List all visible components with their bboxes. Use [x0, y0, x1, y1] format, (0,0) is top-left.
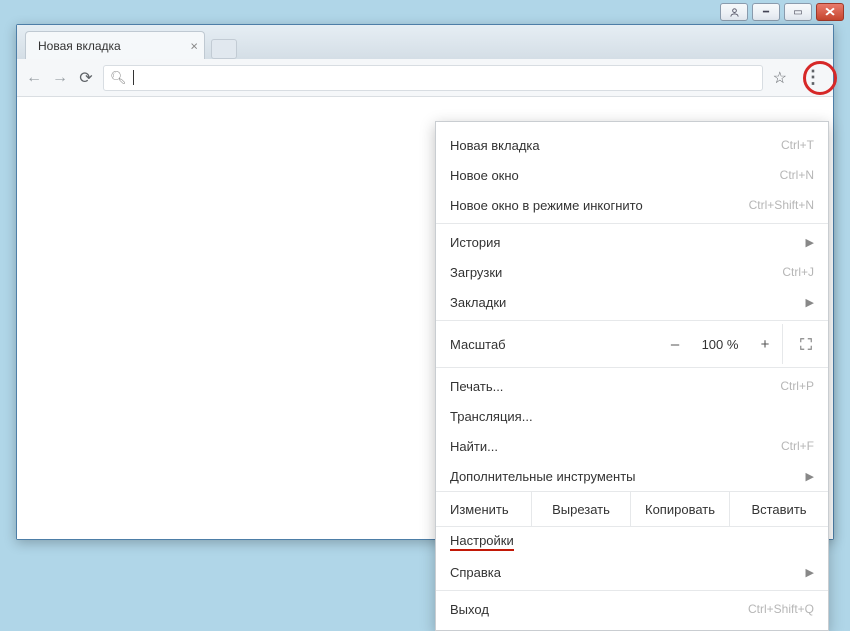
new-tab-button[interactable]: [211, 39, 237, 59]
chrome-menu: Новая вкладка Ctrl+T Новое окно Ctrl+N Н…: [435, 121, 829, 631]
browser-tab[interactable]: Новая вкладка ×: [25, 31, 205, 59]
menu-label: Новое окно в режиме инкогнито: [450, 198, 643, 213]
menu-item-bookmarks[interactable]: Закладки ▶: [436, 287, 828, 317]
menu-label: Выход: [450, 602, 489, 617]
menu-item-exit[interactable]: Выход Ctrl+Shift+Q: [436, 594, 828, 624]
menu-shortcut: Ctrl+T: [781, 138, 814, 152]
menu-separator: [436, 223, 828, 224]
menu-label: Новая вкладка: [450, 138, 540, 153]
menu-shortcut: Ctrl+P: [780, 379, 814, 393]
minimize-button[interactable]: ━: [752, 3, 780, 21]
forward-icon[interactable]: →: [51, 69, 69, 87]
menu-shortcut: Ctrl+F: [781, 439, 814, 453]
menu-label: Закладки: [450, 295, 506, 310]
maximize-button[interactable]: ▭: [784, 3, 812, 21]
menu-item-history[interactable]: История ▶: [436, 227, 828, 257]
search-icon: 🔍︎: [110, 70, 127, 86]
menu-separator: [436, 590, 828, 591]
menu-shortcut: Ctrl+Shift+Q: [748, 602, 814, 616]
menu-item-find[interactable]: Найти... Ctrl+F: [436, 431, 828, 461]
browser-window: Новая вкладка × ← → ⟳ 🔍︎ ☆ ⋮ Новая вклад…: [16, 24, 834, 540]
edit-copy-button[interactable]: Копировать: [631, 492, 730, 526]
chevron-right-icon: ▶: [806, 566, 814, 579]
text-caret: [133, 70, 134, 85]
menu-item-downloads[interactable]: Загрузки Ctrl+J: [436, 257, 828, 287]
menu-separator: [436, 320, 828, 321]
chevron-right-icon: ▶: [806, 236, 814, 249]
address-bar[interactable]: 🔍︎: [103, 65, 763, 91]
zoom-value: 100 %: [692, 337, 748, 352]
edit-paste-button[interactable]: Вставить: [730, 492, 828, 526]
menu-item-help[interactable]: Справка ▶: [436, 557, 828, 587]
menu-separator: [436, 367, 828, 368]
user-button[interactable]: [720, 3, 748, 21]
menu-label: История: [450, 235, 500, 250]
menu-item-more-tools[interactable]: Дополнительные инструменты ▶: [436, 461, 828, 491]
menu-item-settings[interactable]: Настройки: [436, 527, 828, 557]
menu-label: Дополнительные инструменты: [450, 469, 636, 484]
menu-label: Печать...: [450, 379, 503, 394]
window-titlebar: ━ ▭ ✕: [720, 0, 850, 24]
menu-item-cast[interactable]: Трансляция...: [436, 401, 828, 431]
menu-item-print[interactable]: Печать... Ctrl+P: [436, 371, 828, 401]
menu-item-zoom: Масштаб – 100 % +: [436, 324, 828, 364]
menu-label: Загрузки: [450, 265, 502, 280]
edit-label: Изменить: [436, 492, 532, 526]
menu-label: Новое окно: [450, 168, 519, 183]
zoom-out-button[interactable]: –: [658, 336, 692, 353]
menu-shortcut: Ctrl+J: [782, 265, 814, 279]
zoom-in-button[interactable]: +: [748, 336, 782, 353]
edit-cut-button[interactable]: Вырезать: [532, 492, 631, 526]
tab-strip: Новая вкладка ×: [17, 25, 833, 59]
tab-title: Новая вкладка: [38, 39, 121, 53]
chevron-right-icon: ▶: [806, 296, 814, 309]
menu-item-edit-row: Изменить Вырезать Копировать Вставить: [436, 491, 828, 527]
chevron-right-icon: ▶: [806, 470, 814, 483]
menu-shortcut: Ctrl+N: [780, 168, 814, 182]
toolbar: ← → ⟳ 🔍︎ ☆ ⋮: [17, 59, 833, 97]
menu-label: Справка: [450, 565, 501, 580]
menu-item-new-window[interactable]: Новое окно Ctrl+N: [436, 160, 828, 190]
zoom-label: Масштаб: [450, 337, 506, 352]
menu-label: Настройки: [450, 533, 514, 551]
menu-label: Трансляция...: [450, 409, 533, 424]
close-tab-icon[interactable]: ×: [190, 38, 198, 53]
reload-icon[interactable]: ⟳: [77, 69, 95, 87]
menu-item-incognito[interactable]: Новое окно в режиме инкогнито Ctrl+Shift…: [436, 190, 828, 220]
close-window-button[interactable]: ✕: [816, 3, 844, 21]
menu-label: Найти...: [450, 439, 498, 454]
back-icon[interactable]: ←: [25, 69, 43, 87]
menu-item-new-tab[interactable]: Новая вкладка Ctrl+T: [436, 130, 828, 160]
fullscreen-icon[interactable]: [782, 324, 828, 364]
menu-shortcut: Ctrl+Shift+N: [749, 198, 814, 212]
bookmark-star-icon[interactable]: ☆: [773, 68, 787, 88]
chrome-menu-button[interactable]: ⋮: [801, 66, 825, 90]
